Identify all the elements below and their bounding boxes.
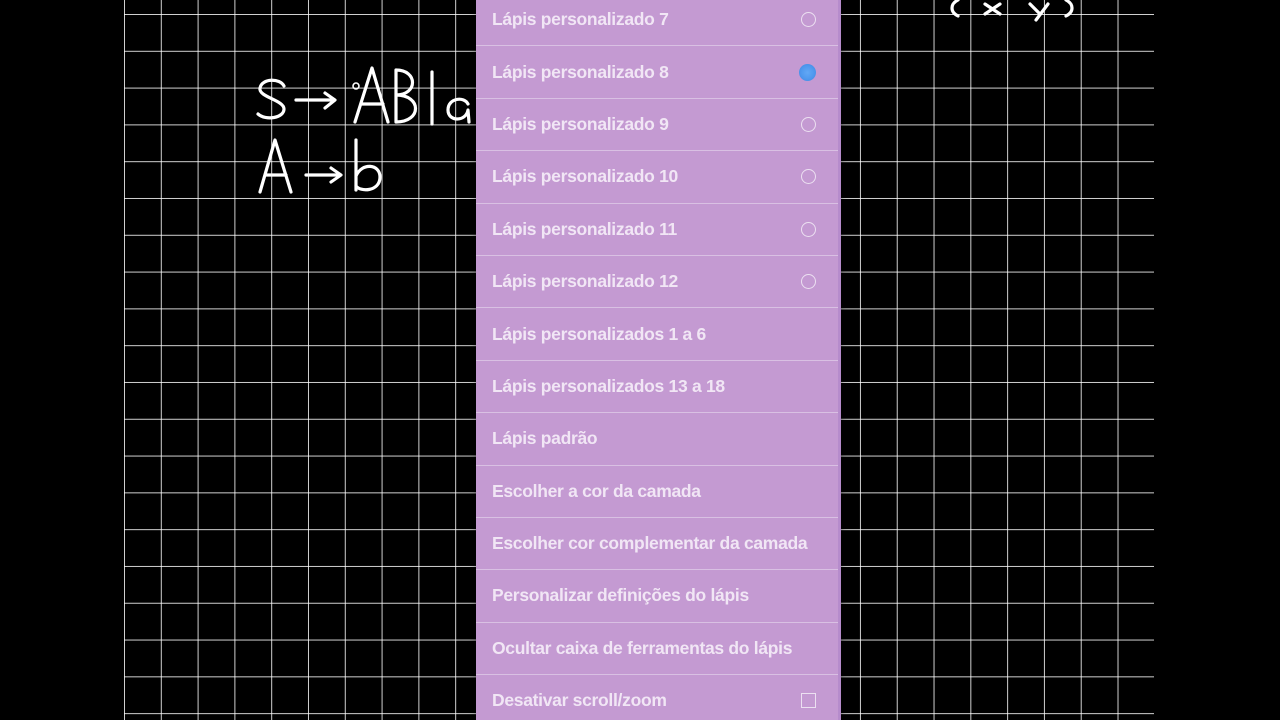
radio-unselected-icon[interactable]	[801, 221, 816, 237]
menu-item-custom-pencil-8[interactable]: Lápis personalizado 8	[476, 46, 838, 99]
radio-unselected-icon[interactable]	[801, 274, 816, 290]
menu-item-choose-complementary-color[interactable]: Escolher cor complementar da camada	[476, 518, 838, 571]
menu-item-label: Escolher a cor da camada	[492, 480, 701, 501]
checkbox-unchecked-icon[interactable]	[801, 693, 816, 709]
menu-item-disable-scroll-zoom[interactable]: Desativar scroll/zoom	[476, 675, 838, 720]
menu-item-label: Lápis personalizado 12	[492, 271, 678, 292]
menu-item-label: Personalizar definições do lápis	[492, 585, 749, 606]
menu-item-label: Lápis personalizados 13 a 18	[492, 375, 725, 396]
menu-item-default-pencil[interactable]: Lápis padrão	[476, 413, 838, 466]
menu-item-custom-pencil-7[interactable]: Lápis personalizado 7	[476, 0, 838, 47]
menu-item-hide-pencil-toolbox[interactable]: Ocultar caixa de ferramentas do lápis	[476, 623, 838, 676]
radio-unselected-icon[interactable]	[801, 116, 816, 132]
menu-item-label: Ocultar caixa de ferramentas do lápis	[492, 637, 793, 658]
menu-item-custom-pencils-13-18[interactable]: Lápis personalizados 13 a 18	[476, 361, 838, 414]
menu-item-custom-pencils-1-6[interactable]: Lápis personalizados 1 a 6	[476, 308, 838, 361]
menu-item-label: Lápis personalizado 8	[492, 61, 669, 82]
radio-unselected-icon[interactable]	[801, 169, 816, 185]
menu-item-custom-pencil-12[interactable]: Lápis personalizado 12	[476, 256, 838, 309]
menu-item-label: Lápis personalizado 7	[492, 9, 669, 30]
menu-item-customize-pencil-settings[interactable]: Personalizar definições do lápis	[476, 570, 838, 623]
menu-item-label: Lápis personalizados 1 a 6	[492, 323, 706, 344]
menu-item-custom-pencil-9[interactable]: Lápis personalizado 9	[476, 99, 838, 152]
menu-item-label: Desativar scroll/zoom	[492, 690, 667, 711]
radio-unselected-icon[interactable]	[801, 12, 816, 28]
menu-item-label: Escolher cor complementar da camada	[492, 533, 808, 554]
menu-item-custom-pencil-11[interactable]: Lápis personalizado 11	[476, 204, 838, 256]
whiteboard-screen: Lápis personalizado 7 Lápis personalizad…	[0, 0, 1280, 720]
menu-item-custom-pencil-10[interactable]: Lápis personalizado 10	[476, 151, 838, 204]
pencil-options-menu: Lápis personalizado 7 Lápis personalizad…	[476, 0, 841, 720]
menu-item-choose-layer-color[interactable]: Escolher a cor da camada	[476, 466, 838, 518]
menu-item-label: Lápis personalizado 11	[492, 218, 677, 239]
menu-item-label: Lápis personalizado 10	[492, 166, 678, 187]
radio-selected-icon[interactable]	[799, 63, 816, 81]
menu-item-label: Lápis personalizado 9	[492, 113, 669, 134]
menu-item-label: Lápis padrão	[492, 428, 598, 449]
